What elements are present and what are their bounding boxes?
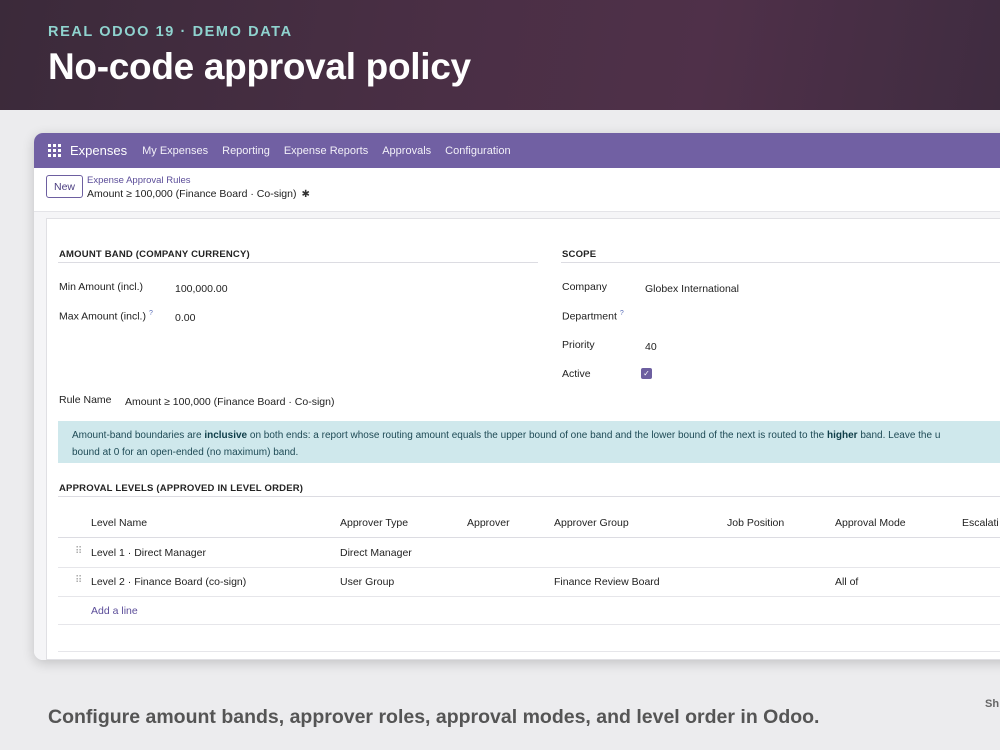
hero-title: No-code approval policy (48, 46, 471, 87)
info-alert: Amount-band boundaries are inclusive on … (58, 421, 1000, 463)
breadcrumb-current-label: Amount ≥ 100,000 (Finance Board · Co-sig… (87, 188, 297, 200)
levels-table-header: Level Name Approver Type Approver Approv… (58, 508, 1000, 538)
active-checkbox[interactable]: ✓ (641, 368, 652, 379)
col-escalation[interactable]: Escalati (962, 517, 999, 529)
table-row[interactable]: ⠿ Level 2 · Finance Board (co-sign) User… (58, 567, 1000, 597)
odoo-window: Expenses My Expenses Reporting Expense R… (34, 133, 1000, 660)
priority-label: Priority (562, 339, 595, 351)
col-approval-mode[interactable]: Approval Mode (835, 517, 906, 529)
cell-approver-type[interactable]: User Group (340, 576, 394, 588)
divider (58, 624, 1000, 625)
divider (561, 262, 1000, 263)
company-label: Company (562, 281, 607, 293)
top-navbar: Expenses My Expenses Reporting Expense R… (34, 133, 1000, 168)
drag-handle-icon[interactable]: ⠿ (75, 575, 82, 586)
max-amount-label-text: Max Amount (incl.) (59, 310, 146, 323)
alert-bold: inclusive (204, 430, 248, 441)
cell-approver-type[interactable]: Direct Manager (340, 547, 412, 559)
cell-approval-mode[interactable]: All of (835, 576, 858, 588)
help-icon[interactable]: ? (149, 310, 153, 317)
col-approver-type[interactable]: Approver Type (340, 517, 408, 529)
control-panel: New Expense Approval Rules Amount ≥ 100,… (34, 168, 1000, 212)
divider (58, 651, 1000, 652)
alert-text: Amount-band boundaries are (72, 430, 205, 441)
priority-field[interactable]: 40 (645, 341, 657, 353)
hero-kicker: REAL ODOO 19 · DEMO DATA (48, 24, 293, 40)
scope-title: SCOPE (562, 249, 597, 260)
gear-icon[interactable]: ✱ (301, 189, 309, 200)
rule-name-label: Rule Name (59, 394, 112, 406)
alert-line-1: Amount-band boundaries are inclusive on … (72, 427, 1000, 444)
department-label: Department? (562, 310, 624, 323)
alert-text: band. Leave the u (857, 430, 941, 441)
table-row[interactable]: ⠿ Level 1 · Direct Manager Direct Manage… (58, 538, 1000, 568)
divider (58, 262, 538, 263)
min-amount-field[interactable]: 100,000.00 (175, 283, 228, 295)
cell-level-name[interactable]: Level 2 · Finance Board (co-sign) (91, 576, 246, 588)
app-brand[interactable]: Expenses (70, 143, 127, 158)
menu-configuration[interactable]: Configuration (445, 145, 510, 157)
breadcrumb-current: Amount ≥ 100,000 (Finance Board · Co-sig… (87, 188, 310, 200)
menu-approvals[interactable]: Approvals (382, 145, 431, 157)
new-button[interactable]: New (46, 175, 83, 198)
max-amount-field[interactable]: 0.00 (175, 312, 195, 324)
min-amount-label: Min Amount (incl.) (59, 281, 144, 293)
amount-band-title: AMOUNT BAND (COMPANY CURRENCY) (59, 249, 250, 260)
max-amount-label: Max Amount (incl.)? (59, 310, 153, 323)
menu-my-expenses[interactable]: My Expenses (142, 145, 208, 157)
side-note: Sh (985, 698, 1000, 710)
cell-approver-group[interactable]: Finance Review Board (554, 576, 660, 588)
cell-level-name[interactable]: Level 1 · Direct Manager (91, 547, 206, 559)
alert-text: on both ends: a report whose routing amo… (247, 430, 827, 441)
menu-expense-reports[interactable]: Expense Reports (284, 145, 368, 157)
department-label-text: Department (562, 310, 617, 323)
company-field[interactable]: Globex International (645, 283, 739, 295)
rule-name-field[interactable]: Amount ≥ 100,000 (Finance Board · Co-sig… (125, 396, 334, 408)
alert-line-2: bound at 0 for an open-ended (no maximum… (72, 447, 299, 458)
help-icon[interactable]: ? (620, 310, 624, 317)
col-job-position[interactable]: Job Position (727, 517, 784, 529)
hero-banner: REAL ODOO 19 · DEMO DATA No-code approva… (0, 0, 1000, 110)
col-approver[interactable]: Approver (467, 517, 510, 529)
alert-bold: higher (826, 430, 858, 441)
divider (58, 496, 1000, 497)
col-level-name[interactable]: Level Name (91, 517, 147, 529)
breadcrumb-parent[interactable]: Expense Approval Rules (87, 175, 191, 186)
apps-grid-icon[interactable] (48, 144, 61, 157)
col-approver-group[interactable]: Approver Group (554, 517, 629, 529)
footer-caption: Configure amount bands, approver roles, … (48, 706, 820, 728)
add-line-link[interactable]: Add a line (91, 605, 138, 617)
drag-handle-icon[interactable]: ⠿ (75, 546, 82, 557)
approval-levels-title: APPROVAL LEVELS (APPROVED IN LEVEL ORDER… (59, 483, 304, 494)
active-label: Active (562, 368, 591, 380)
menu-reporting[interactable]: Reporting (222, 145, 270, 157)
